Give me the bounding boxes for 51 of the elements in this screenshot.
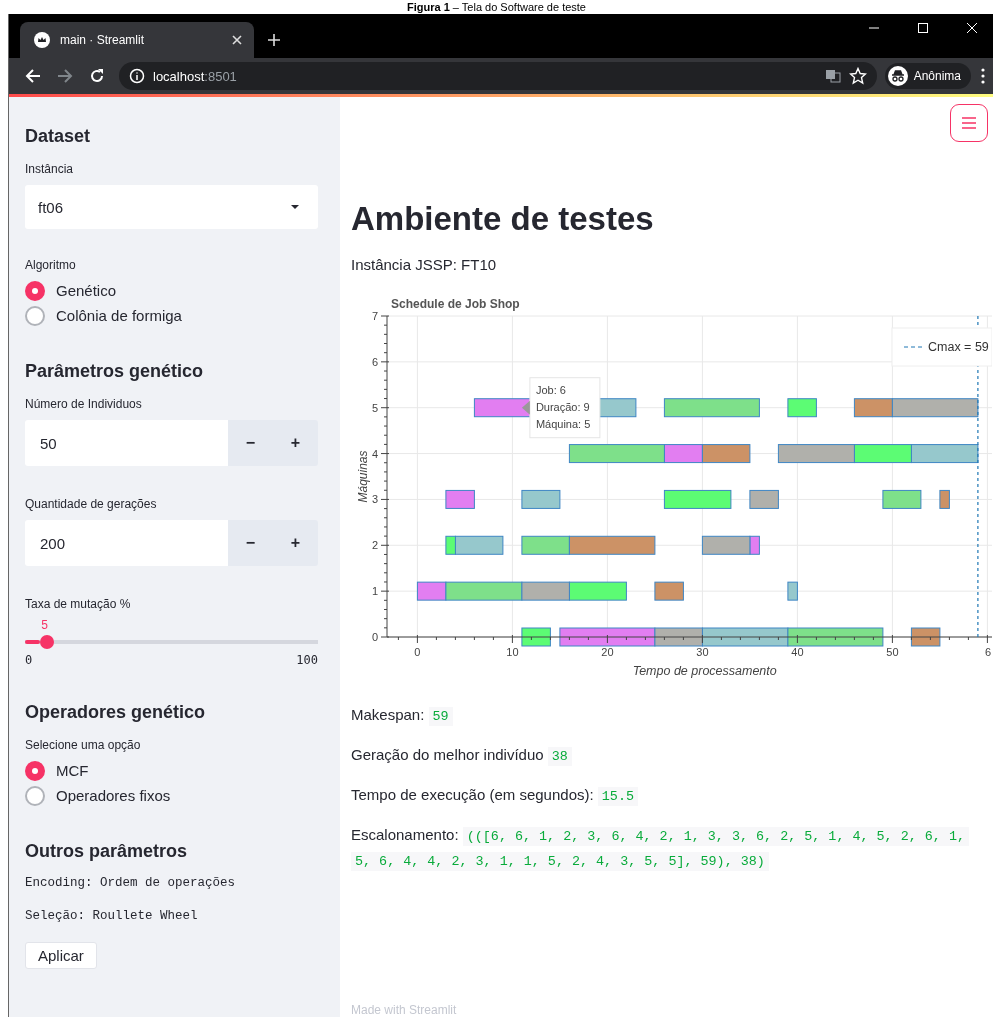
x-tick-label: 0 <box>414 646 421 658</box>
value-text: 5, 6, 4, 4, 2, 3, 1, 1, 5, 2, 4, 3, 5, 5], 59), 38) <box>351 852 769 871</box>
value-text: 59 <box>428 707 453 726</box>
value-text: 38 <box>547 747 572 766</box>
y-tick-label: 3 <box>371 493 378 506</box>
x-tick-label: 30 <box>696 646 709 658</box>
y-axis-label: Máquinas <box>356 450 370 503</box>
x-tick-label: 40 <box>791 646 804 658</box>
result-label: Makespan: <box>351 706 425 723</box>
y-tick-label: 5 <box>371 401 378 414</box>
footer-text: Made with Streamlit <box>351 1003 458 1017</box>
tooltip-text: Duração: 9 <box>535 400 590 413</box>
chart-title: Schedule de Job Shop <box>391 297 520 311</box>
figure-caption: Figura 1 – Tela do Software de teste <box>407 1 586 14</box>
field-label: Algoritmo <box>25 257 77 273</box>
y-tick-label: 0 <box>371 631 378 643</box>
result-label: Escalonamento: <box>351 826 459 843</box>
section-heading: Outros parâmetros <box>25 840 189 862</box>
y-tick-label: 4 <box>371 447 378 460</box>
section-heading: Operadores genético <box>25 701 207 723</box>
legend-label: Cmax = 59 <box>928 340 989 354</box>
y-tick-label: 1 <box>371 585 378 598</box>
x-tick-label: 10 <box>506 646 519 658</box>
y-tick-label: 6 <box>371 355 378 368</box>
section-heading: Parâmetros genético <box>25 360 205 382</box>
x-tick-label: 50 <box>886 646 899 658</box>
section-heading: Dataset <box>25 125 92 147</box>
field-label: Taxa de mutação % <box>25 596 132 612</box>
value-text: (([6, 6, 1, 2, 3, 6, 4, 2, 1, 3, 3, 6, 2, 5, 1, 4, 5, 2, 6, 1, <box>462 827 969 846</box>
x-axis-label: Tempo de processamento <box>632 664 777 678</box>
field-label: Instância <box>25 161 75 177</box>
x-tick-label: 20 <box>601 646 614 658</box>
field-label: Selecione uma opção <box>25 737 142 753</box>
result-label: Tempo de execução (em segundos): <box>351 786 594 803</box>
subtitle-text: Instância JSSP: FT10 <box>351 256 498 273</box>
slider-min: 0 <box>25 653 33 667</box>
result-label: Geração do melhor indivíduo <box>351 746 544 763</box>
slider-max: 100 <box>296 653 318 667</box>
info-text: Seleção: Roullete Wheel <box>25 909 199 923</box>
page-title: Ambiente de testes <box>351 199 655 239</box>
y-tick-label: 7 <box>371 310 378 322</box>
field-label: Número de Individuos <box>25 396 143 412</box>
value-text: 15.5 <box>597 787 638 806</box>
slider-value: 5 <box>41 618 48 632</box>
x-tick-label: 6 <box>985 646 992 658</box>
tooltip-text: Job: 6 <box>535 383 566 396</box>
info-text: Encoding: Ordem de operações <box>25 876 237 890</box>
url-text: localhost:8501 <box>153 68 238 84</box>
tooltip-text: Máquina: 5 <box>535 417 591 430</box>
y-tick-label: 2 <box>371 539 378 552</box>
field-label: Quantidade de gerações <box>25 496 158 512</box>
